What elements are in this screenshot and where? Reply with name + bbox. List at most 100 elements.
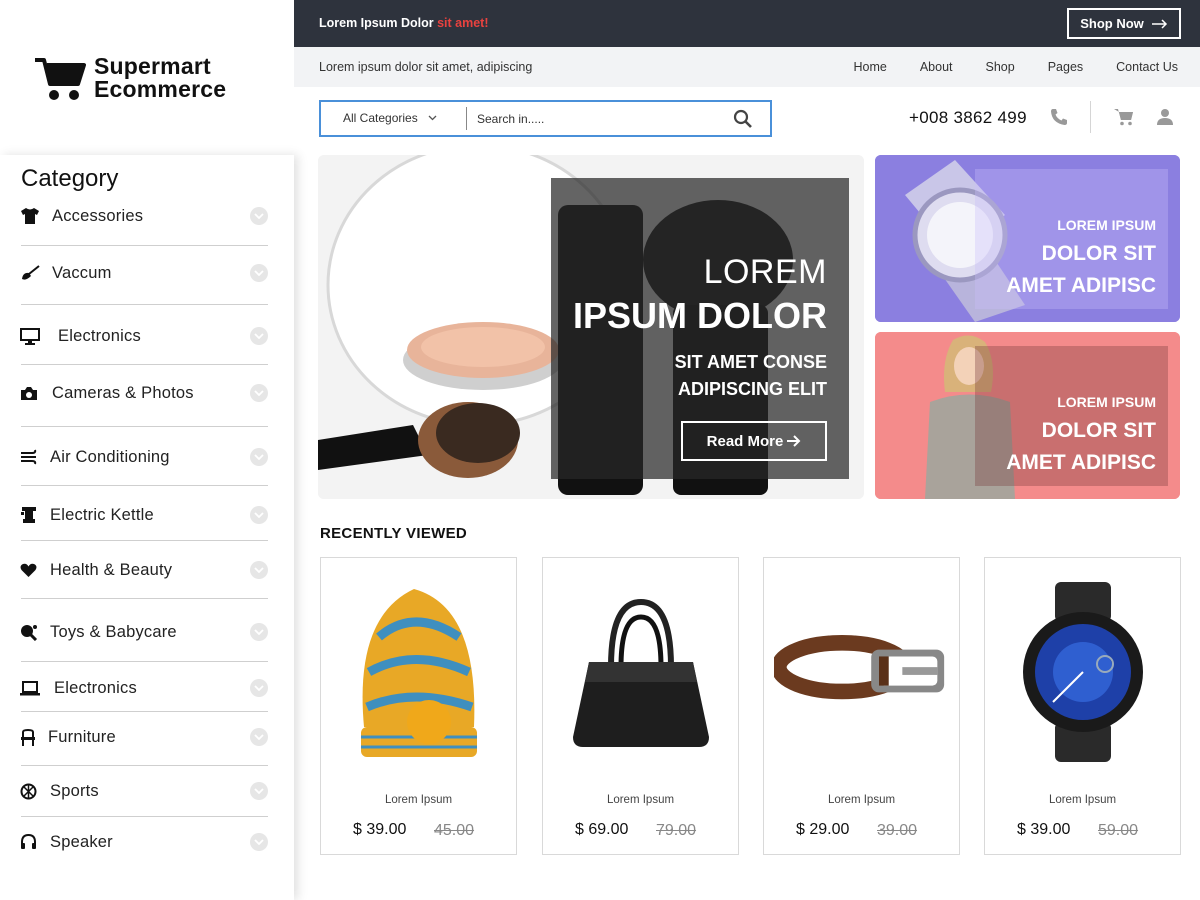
brand-name-line2: Ecommerce bbox=[94, 76, 227, 102]
divider bbox=[21, 816, 268, 817]
category-panel: Category Accessories Vaccum Electronics bbox=[0, 155, 294, 900]
sidebar-item-electronics-2[interactable]: Electronics bbox=[20, 668, 268, 708]
chevron-down-icon[interactable] bbox=[250, 384, 268, 402]
promo-overlay: LOREM IPSUM DOLOR SIT AMET ADIPISC bbox=[975, 169, 1168, 309]
product-card[interactable]: Lorem Ipsum $ 39.00 59.00 bbox=[984, 557, 1181, 855]
chevron-down-icon bbox=[428, 115, 437, 121]
brand-name-line1: Supermart bbox=[94, 53, 211, 79]
heart-icon bbox=[20, 563, 42, 578]
hero-subheading-1: SIT AMET CONSE bbox=[674, 352, 827, 372]
product-old-price: 59.00 bbox=[1098, 822, 1139, 839]
toy-icon bbox=[20, 624, 42, 641]
kettle-icon bbox=[20, 506, 42, 524]
sidebar-item-furniture[interactable]: Furniture bbox=[20, 717, 268, 757]
shop-now-button[interactable]: Shop Now bbox=[1067, 8, 1181, 39]
top-bar: Lorem Ipsum Dolor sit amet! Shop Now bbox=[294, 0, 1200, 47]
chevron-down-icon[interactable] bbox=[250, 448, 268, 466]
promo-banner-watch[interactable]: LOREM IPSUM DOLOR SIT AMET ADIPISC bbox=[875, 155, 1180, 322]
sidebar-item-label: Speaker bbox=[50, 832, 113, 851]
chevron-down-icon[interactable] bbox=[250, 679, 268, 697]
chevron-down-icon[interactable] bbox=[250, 623, 268, 641]
laptop-icon bbox=[20, 680, 42, 696]
user-icon[interactable] bbox=[1157, 108, 1173, 126]
hero-subheading-2: ADIPISCING ELIT bbox=[677, 379, 827, 399]
vacuum-icon bbox=[20, 265, 42, 281]
divider bbox=[21, 485, 268, 486]
cart-logo-icon bbox=[35, 58, 86, 100]
sidebar-item-sports[interactable]: Sports bbox=[20, 771, 268, 811]
sidebar-item-label: Accessories bbox=[52, 206, 144, 225]
hero-heading-1: LOREM bbox=[703, 253, 827, 291]
sidebar-item-electric-kettle[interactable]: Electric Kettle bbox=[20, 495, 268, 535]
product-name: Lorem Ipsum bbox=[1048, 794, 1117, 806]
sidebar-item-toys-babycare[interactable]: Toys & Babycare bbox=[20, 612, 268, 652]
product-old-price: 79.00 bbox=[656, 822, 697, 839]
product-card[interactable]: Lorem Ipsum $ 69.00 79.00 bbox=[542, 557, 739, 855]
nav-link-contact[interactable]: Contact Us bbox=[1116, 60, 1178, 74]
chevron-down-icon[interactable] bbox=[250, 264, 268, 282]
promo-small-text: LOREM IPSUM bbox=[1057, 217, 1156, 233]
divider bbox=[21, 364, 268, 365]
nav-link-pages[interactable]: Pages bbox=[1048, 60, 1083, 74]
sidebar-item-accessories[interactable]: Accessories bbox=[20, 196, 268, 236]
divider bbox=[21, 304, 268, 305]
search-bar: All Categories bbox=[319, 100, 772, 137]
promo-banner-fashion[interactable]: LOREM IPSUM DOLOR SIT AMET ADIPISC bbox=[875, 332, 1180, 499]
product-price: $ 39.00 bbox=[1017, 821, 1071, 838]
sidebar-item-electronics[interactable]: Electronics bbox=[20, 316, 268, 356]
chevron-down-icon[interactable] bbox=[250, 506, 268, 524]
product-card[interactable]: Lorem Ipsum $ 39.00 45.00 bbox=[320, 557, 517, 855]
chevron-down-icon[interactable] bbox=[250, 561, 268, 579]
sidebar-item-label: Air Conditioning bbox=[50, 447, 170, 466]
sidebar-item-label: Electronics bbox=[58, 326, 141, 345]
search-icon[interactable] bbox=[732, 108, 754, 130]
nav-link-home[interactable]: Home bbox=[853, 60, 886, 74]
divider bbox=[21, 765, 268, 766]
sidebar-item-health-beauty[interactable]: Health & Beauty bbox=[20, 550, 268, 590]
sidebar-item-air-conditioning[interactable]: Air Conditioning bbox=[20, 437, 268, 477]
headphones-icon bbox=[20, 834, 42, 850]
chevron-down-icon[interactable] bbox=[250, 782, 268, 800]
category-title: Category bbox=[21, 165, 119, 192]
promo-big-text-1: DOLOR SIT bbox=[1041, 419, 1156, 442]
sidebar-item-speaker[interactable]: Speaker bbox=[20, 822, 268, 862]
chevron-down-icon[interactable] bbox=[250, 207, 268, 225]
sidebar-item-cameras[interactable]: Cameras & Photos bbox=[20, 373, 268, 413]
chevron-down-icon[interactable] bbox=[250, 327, 268, 345]
divider bbox=[466, 107, 467, 130]
promo-accent-text: sit amet! bbox=[437, 16, 489, 30]
brand-logo[interactable]: Supermart Ecommerce bbox=[34, 54, 226, 102]
product-price: $ 39.00 bbox=[353, 821, 407, 838]
nav-link-shop[interactable]: Shop bbox=[986, 60, 1015, 74]
sidebar-item-label: Health & Beauty bbox=[50, 560, 173, 579]
sidebar-item-label: Toys & Babycare bbox=[50, 622, 177, 641]
cart-icon[interactable] bbox=[1114, 108, 1134, 126]
sidebar-item-label: Electric Kettle bbox=[50, 505, 154, 524]
camera-icon bbox=[20, 386, 42, 401]
monitor-icon bbox=[20, 327, 42, 345]
category-dropdown-label: All Categories bbox=[343, 111, 418, 125]
sidebar-item-vaccum[interactable]: Vaccum bbox=[20, 253, 268, 293]
divider bbox=[21, 245, 268, 246]
search-input[interactable] bbox=[477, 109, 717, 129]
category-dropdown[interactable]: All Categories bbox=[343, 111, 437, 125]
read-more-button[interactable]: Read More bbox=[681, 421, 827, 461]
phone-number: +008 3862 499 bbox=[909, 108, 1027, 127]
ball-icon bbox=[20, 783, 42, 800]
promo-big-text-2: AMET ADIPISC bbox=[1006, 274, 1156, 297]
promo-big-text-1: DOLOR SIT bbox=[1041, 242, 1156, 265]
recently-viewed-title: RECENTLY VIEWED bbox=[320, 525, 468, 542]
chair-icon bbox=[20, 728, 42, 746]
divider bbox=[21, 540, 268, 541]
chevron-down-icon[interactable] bbox=[250, 728, 268, 746]
product-old-price: 45.00 bbox=[434, 822, 475, 839]
fan-icon bbox=[20, 449, 42, 465]
beanie-image bbox=[331, 572, 506, 772]
phone-icon[interactable] bbox=[1050, 108, 1068, 126]
chevron-down-icon[interactable] bbox=[250, 833, 268, 851]
hero-heading-2: IPSUM DOLOR bbox=[572, 295, 827, 336]
tagline: Lorem ipsum dolor sit amet, adipiscing bbox=[319, 60, 533, 74]
nav-link-about[interactable]: About bbox=[920, 60, 953, 74]
hero-banner[interactable]: LOREM IPSUM DOLOR SIT AMET CONSE ADIPISC… bbox=[318, 155, 864, 499]
product-card[interactable]: Lorem Ipsum $ 29.00 39.00 bbox=[763, 557, 960, 855]
